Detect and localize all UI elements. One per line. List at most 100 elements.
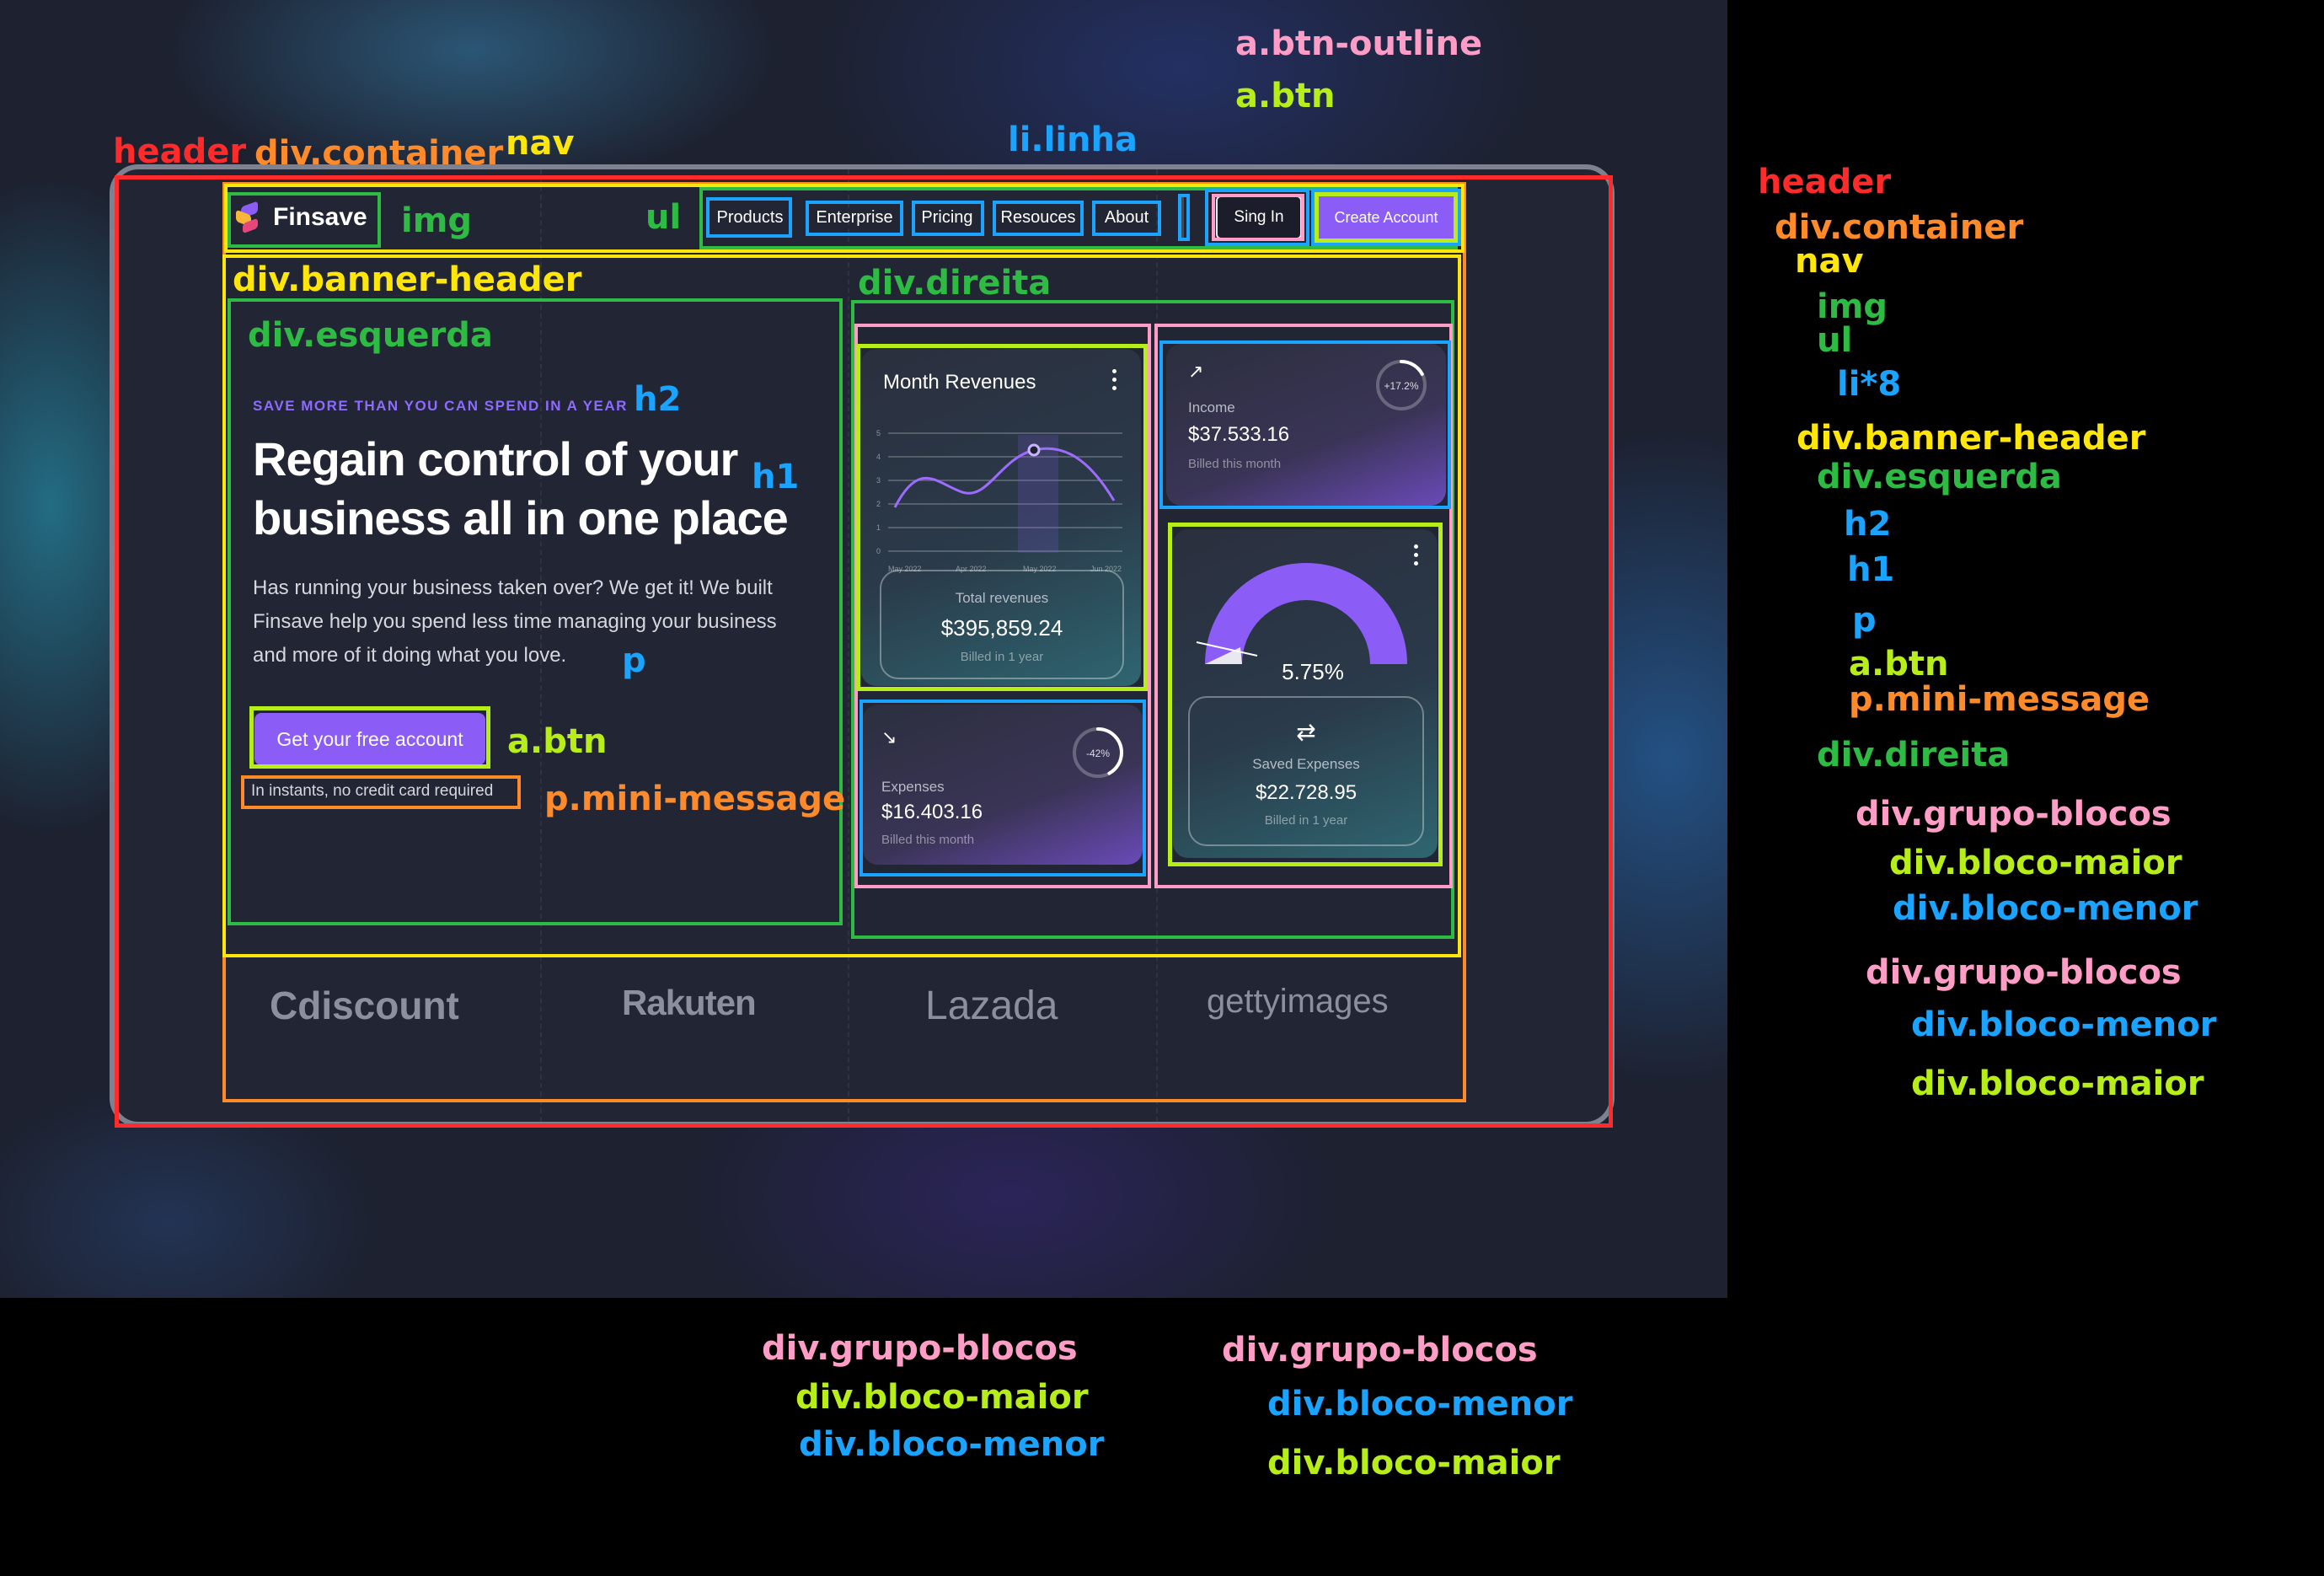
legend-h1: h1 (1847, 550, 1895, 589)
saved-value: $22.728.95 (1255, 781, 1357, 804)
gauge-value: 5.75% (1282, 659, 1344, 684)
total-revenues-sub: Billed in 1 year (960, 650, 1044, 664)
saved-expenses-card: 5.75% ⇄ Saved Expenses $22.728.95 Billed… (1173, 529, 1438, 858)
create-account-button[interactable]: Create Account (1317, 196, 1455, 239)
legend-p: p (1852, 601, 1877, 640)
total-revenues-label: Total revenues (955, 590, 1049, 606)
legend-grupo-blocos-1: div.grupo-blocos (1855, 795, 2171, 834)
trend-up-icon: ↗ (1188, 361, 1204, 382)
legend-container: div.container (1775, 208, 2024, 247)
bottom-right-bloco-menor: div.bloco-menor (1267, 1385, 1573, 1423)
bottom-right-grupo-blocos: div.grupo-blocos (1222, 1331, 1538, 1370)
legend-mini-message: p.mini-message (1849, 680, 2150, 719)
hero-paragraph-line-2: Finsave help you spend less time managin… (253, 610, 777, 633)
legend-bloco-maior-2: div.bloco-maior (1911, 1064, 2204, 1103)
month-revenues-title: Month Revenues (883, 371, 1036, 394)
label-img: img (401, 201, 473, 240)
label-h2: h2 (634, 380, 682, 419)
legend-img: img (1817, 287, 1888, 326)
month-revenues-card: Month Revenues 5 4 3 2 1 0 May 2022 Apr … (861, 349, 1141, 686)
income-value: $37.533.16 (1188, 423, 1290, 446)
total-revenues-value: $395,859.24 (940, 615, 1063, 641)
y-tick: 5 (876, 429, 881, 437)
legend-bloco-menor-2: div.bloco-menor (1911, 1005, 2217, 1044)
hero-title-line-1: Regain control of your (253, 432, 738, 485)
expenses-value: $16.403.16 (881, 801, 983, 823)
brand-name: Finsave (273, 203, 367, 231)
label-container: div.container (254, 134, 504, 173)
income-badge: +17.2% (1384, 380, 1418, 392)
chart-point (1027, 443, 1041, 457)
legend-nav: nav (1795, 242, 1864, 281)
label-esquerda: div.esquerda (248, 316, 493, 355)
nav-link-about[interactable]: About (1094, 202, 1159, 233)
nav-divider-line (1181, 196, 1184, 239)
finsave-logo-icon (236, 201, 260, 234)
legend-a-btn: a.btn (1849, 645, 1949, 683)
hero-title-line-2: business all in one place (253, 491, 789, 544)
hero-title: Regain control of your business all in o… (253, 430, 809, 548)
label-nav: nav (506, 124, 575, 163)
expenses-label: Expenses (881, 779, 945, 795)
income-sub: Billed this month (1188, 457, 1282, 471)
y-tick: 4 (876, 453, 881, 461)
income-card: ↗ +17.2% Income $37.533.16 Billed this m… (1166, 344, 1446, 506)
legend-esquerda: div.esquerda (1817, 458, 2062, 496)
label-li-linha: li.linha (1008, 121, 1138, 159)
legend-ul: ul (1817, 321, 1853, 360)
brand-logo[interactable]: Finsave (236, 201, 367, 234)
saved-label: Saved Expenses (1252, 756, 1360, 772)
label-mini-message: p.mini-message (544, 780, 846, 818)
nav-link-resouces[interactable]: Resouces (994, 202, 1082, 233)
expenses-badge: -42% (1086, 748, 1110, 759)
get-free-account-button[interactable]: Get your free account (254, 713, 485, 765)
bottom-left-grupo-blocos: div.grupo-blocos (762, 1329, 1078, 1368)
bottom-right-bloco-maior: div.bloco-maior (1267, 1444, 1561, 1482)
legend-bloco-menor-1: div.bloco-menor (1893, 889, 2198, 928)
nav-link-products[interactable]: Products (710, 202, 790, 233)
bottom-left-bloco-menor: div.bloco-menor (799, 1425, 1105, 1464)
shuffle-icon: ⇄ (1296, 719, 1316, 745)
label-ul: ul (645, 198, 682, 237)
hero-paragraph-line-1: Has running your business taken over? We… (253, 576, 773, 599)
legend-li: li*8 (1837, 365, 1902, 404)
income-label: Income (1188, 399, 1235, 415)
income-ring: +17.2% (1376, 360, 1427, 410)
legend-header: header (1758, 163, 1892, 201)
mini-message: In instants, no credit card required (251, 782, 494, 800)
label-btn-outline: a.btn-outline (1235, 24, 1483, 63)
hero-paragraph-line-3: and more of it doing what you love. (253, 644, 567, 667)
label-banner-header: div.banner-header (233, 260, 582, 299)
trend-down-icon: ↘ (881, 726, 897, 748)
sign-in-button[interactable]: Sing In (1216, 196, 1302, 239)
saved-sub: Billed in 1 year (1264, 813, 1348, 828)
legend-banner-header: div.banner-header (1797, 419, 2146, 458)
total-revenues-box: Total revenues $395,859.24 Billed in 1 y… (880, 570, 1124, 679)
label-btn: a.btn (1235, 77, 1336, 115)
y-tick: 0 (876, 547, 881, 555)
more-options-icon[interactable] (1112, 369, 1117, 394)
nav-link-pricing[interactable]: Pricing (913, 202, 981, 233)
expenses-card: ↘ -42% Expenses $16.403.16 Billed this m… (863, 705, 1143, 865)
legend-direita: div.direita (1817, 736, 2011, 775)
brand-cdiscount: Cdiscount (270, 984, 459, 1027)
label-p: p (622, 641, 646, 680)
legend-bloco-maior-1: div.bloco-maior (1889, 844, 2182, 882)
saved-expenses-box: ⇄ Saved Expenses $22.728.95 Billed in 1 … (1188, 696, 1424, 846)
y-tick: 2 (876, 500, 881, 508)
brand-gettyimages: gettyimages (1207, 983, 1389, 1020)
brand-lazada: Lazada (925, 984, 1058, 1028)
label-a-btn: a.btn (507, 722, 608, 761)
expenses-ring: -42% (1073, 727, 1123, 778)
legend-grupo-blocos-2: div.grupo-blocos (1866, 953, 2182, 992)
y-tick: 1 (876, 523, 881, 532)
saved-gauge: 5.75% (1196, 563, 1407, 684)
legend-h2: h2 (1844, 505, 1892, 544)
label-direita: div.direita (858, 264, 1052, 303)
expenses-sub: Billed this month (881, 833, 975, 847)
y-tick: 3 (876, 476, 881, 485)
hero-eyebrow: SAVE MORE THAN YOU CAN SPEND IN A YEAR (253, 398, 628, 414)
nav-link-enterprise[interactable]: Enterprise (807, 202, 902, 233)
bottom-left-bloco-maior: div.bloco-maior (795, 1378, 1089, 1417)
brand-rakuten: Rakuten (622, 983, 757, 1022)
